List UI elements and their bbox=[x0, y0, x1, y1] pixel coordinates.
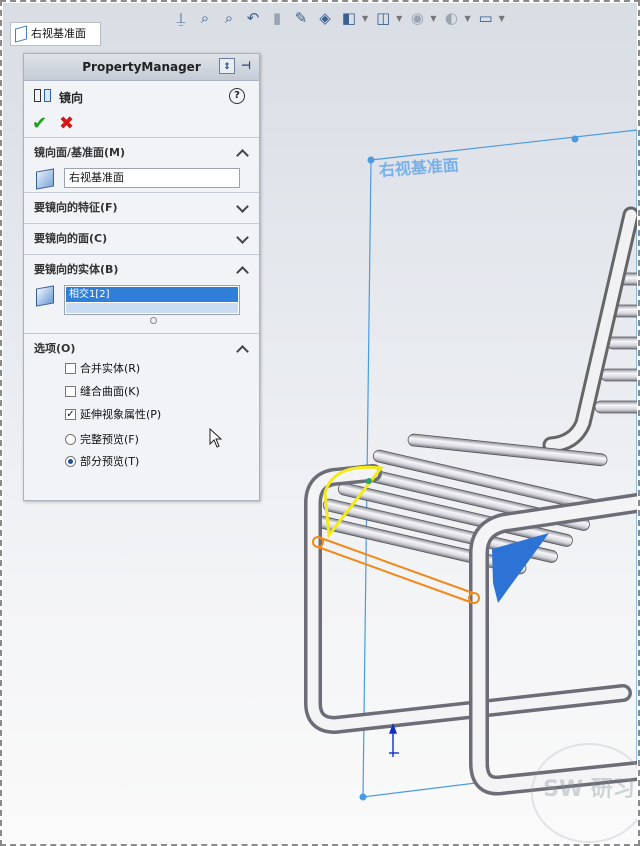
origin-triad bbox=[388, 723, 399, 757]
feature-name: 镜向 bbox=[59, 91, 84, 105]
merge-solids-option[interactable]: 合并实体(R) bbox=[65, 360, 140, 376]
display-style-icon[interactable]: ◧ bbox=[338, 7, 360, 29]
merge-solids-label: 合并实体(R) bbox=[80, 362, 141, 375]
bodies-group-header[interactable]: 要镜向的实体(B) bbox=[24, 255, 259, 285]
heads-up-toolbar: ⍊ ⌕ ⌕ ↶ ▮ ✎ ◈ ◧ ▼ ◫ ▼ ◉ ▼ ◐ ▼ ▭ ▼ bbox=[170, 6, 507, 30]
body-selection-icon bbox=[36, 285, 54, 307]
knit-surfaces-label: 缝合曲面(K) bbox=[80, 385, 140, 398]
chevron-up-icon[interactable] bbox=[235, 263, 249, 277]
chevron-down-icon[interactable] bbox=[235, 232, 249, 246]
features-group: 要镜向的特征(F) bbox=[24, 192, 259, 223]
full-preview-option[interactable]: 完整预览(F) bbox=[65, 431, 139, 447]
section-view-icon[interactable]: ▮ bbox=[266, 7, 288, 29]
dynamic-annotation-icon[interactable]: ✎ bbox=[290, 7, 312, 29]
options-group-header[interactable]: 选项(O) bbox=[24, 334, 259, 364]
feature-title-row: 镜向 ? bbox=[24, 81, 259, 111]
propagate-visual-checkbox[interactable]: ✓ bbox=[65, 408, 76, 420]
list-item[interactable]: 相交1[2] bbox=[66, 287, 238, 302]
propagate-visual-label: 延伸视象属性(P) bbox=[80, 408, 162, 421]
hide-show-icon[interactable]: ◫ bbox=[372, 7, 394, 29]
mouse-cursor-icon bbox=[209, 428, 223, 448]
view-settings-icon[interactable]: ▭ bbox=[475, 7, 497, 29]
property-manager: PropertyManager ⇕ ⊣ 镜向 ? ✔ ✖ 镜向面/基准面(M) … bbox=[23, 53, 260, 501]
chevron-up-icon[interactable] bbox=[235, 342, 249, 356]
propagate-visual-option[interactable]: ✓ 延伸视象属性(P) bbox=[65, 406, 161, 422]
faces-group-header[interactable]: 要镜向的面(C) bbox=[24, 224, 259, 254]
plane-handle-bottom[interactable] bbox=[359, 793, 367, 801]
help-icon[interactable]: ? bbox=[229, 88, 245, 104]
plane-handle-top-mid[interactable] bbox=[571, 135, 579, 143]
zoom-area-icon[interactable]: ⌕ bbox=[218, 7, 240, 29]
partial-preview-label: 部分预览(T) bbox=[80, 455, 140, 468]
ok-cancel-row: ✔ ✖ bbox=[24, 111, 259, 137]
plane-handle-top[interactable] bbox=[367, 156, 375, 164]
chevron-down-icon[interactable] bbox=[235, 201, 249, 215]
plane-selection-icon bbox=[36, 168, 54, 190]
mirror-plane-group: 镜向面/基准面(M) 右视基准面 bbox=[24, 137, 259, 192]
edit-appearance-icon[interactable]: ◉ bbox=[406, 7, 428, 29]
breadcrumb-label: 右视基准面 bbox=[31, 27, 86, 40]
property-manager-header: PropertyManager ⇕ ⊣ bbox=[24, 54, 259, 81]
features-group-header[interactable]: 要镜向的特征(F) bbox=[24, 193, 259, 223]
pin-icon[interactable]: ⊣ bbox=[238, 58, 254, 74]
selection-breadcrumb[interactable]: 右视基准面 bbox=[10, 22, 101, 46]
chevron-down-icon[interactable]: ▼ bbox=[430, 14, 436, 23]
knit-surfaces-option[interactable]: 缝合曲面(K) bbox=[65, 383, 140, 399]
watermark-logo: SW 研习社 bbox=[531, 743, 637, 843]
partial-preview-option[interactable]: 部分预览(T) bbox=[65, 453, 139, 469]
faces-group: 要镜向的面(C) bbox=[24, 223, 259, 254]
full-preview-radio[interactable] bbox=[65, 433, 76, 445]
view-orientation-icon[interactable]: ⍊ bbox=[170, 7, 192, 29]
chevron-down-icon[interactable]: ▼ bbox=[499, 14, 505, 23]
mirror-plane-field[interactable]: 右视基准面 bbox=[64, 168, 240, 188]
partial-preview-radio[interactable] bbox=[65, 455, 76, 467]
collapse-panel-icon[interactable]: ⇕ bbox=[219, 58, 235, 74]
ok-button[interactable]: ✔ bbox=[32, 113, 47, 134]
cancel-button[interactable]: ✖ bbox=[59, 113, 74, 134]
merge-solids-checkbox[interactable] bbox=[65, 362, 76, 374]
mirror-plane-group-header[interactable]: 镜向面/基准面(M) bbox=[24, 138, 259, 168]
chevron-down-icon[interactable]: ▼ bbox=[464, 14, 470, 23]
previous-view-icon[interactable]: ↶ bbox=[242, 7, 264, 29]
full-preview-label: 完整预览(F) bbox=[80, 433, 139, 446]
options-group: 选项(O) 合并实体(R) 缝合曲面(K) ✓ 延伸视象属性(P) 完整预览(F… bbox=[24, 333, 259, 484]
plane-icon bbox=[15, 25, 27, 43]
resize-handle[interactable] bbox=[150, 317, 157, 324]
zoom-to-fit-icon[interactable]: ⌕ bbox=[194, 7, 216, 29]
chevron-up-icon[interactable] bbox=[235, 146, 249, 160]
view-cube-icon[interactable]: ◈ bbox=[314, 7, 336, 29]
chevron-down-icon[interactable]: ▼ bbox=[362, 14, 368, 23]
mirror-feature-icon bbox=[34, 89, 54, 103]
knit-surfaces-checkbox[interactable] bbox=[65, 385, 76, 397]
apply-scene-icon[interactable]: ◐ bbox=[440, 7, 462, 29]
chevron-down-icon[interactable]: ▼ bbox=[396, 14, 402, 23]
property-manager-title: PropertyManager bbox=[82, 60, 201, 74]
bodies-selection-list[interactable]: 相交1[2] bbox=[64, 285, 240, 315]
bodies-group: 要镜向的实体(B) 相交1[2] bbox=[24, 254, 259, 333]
